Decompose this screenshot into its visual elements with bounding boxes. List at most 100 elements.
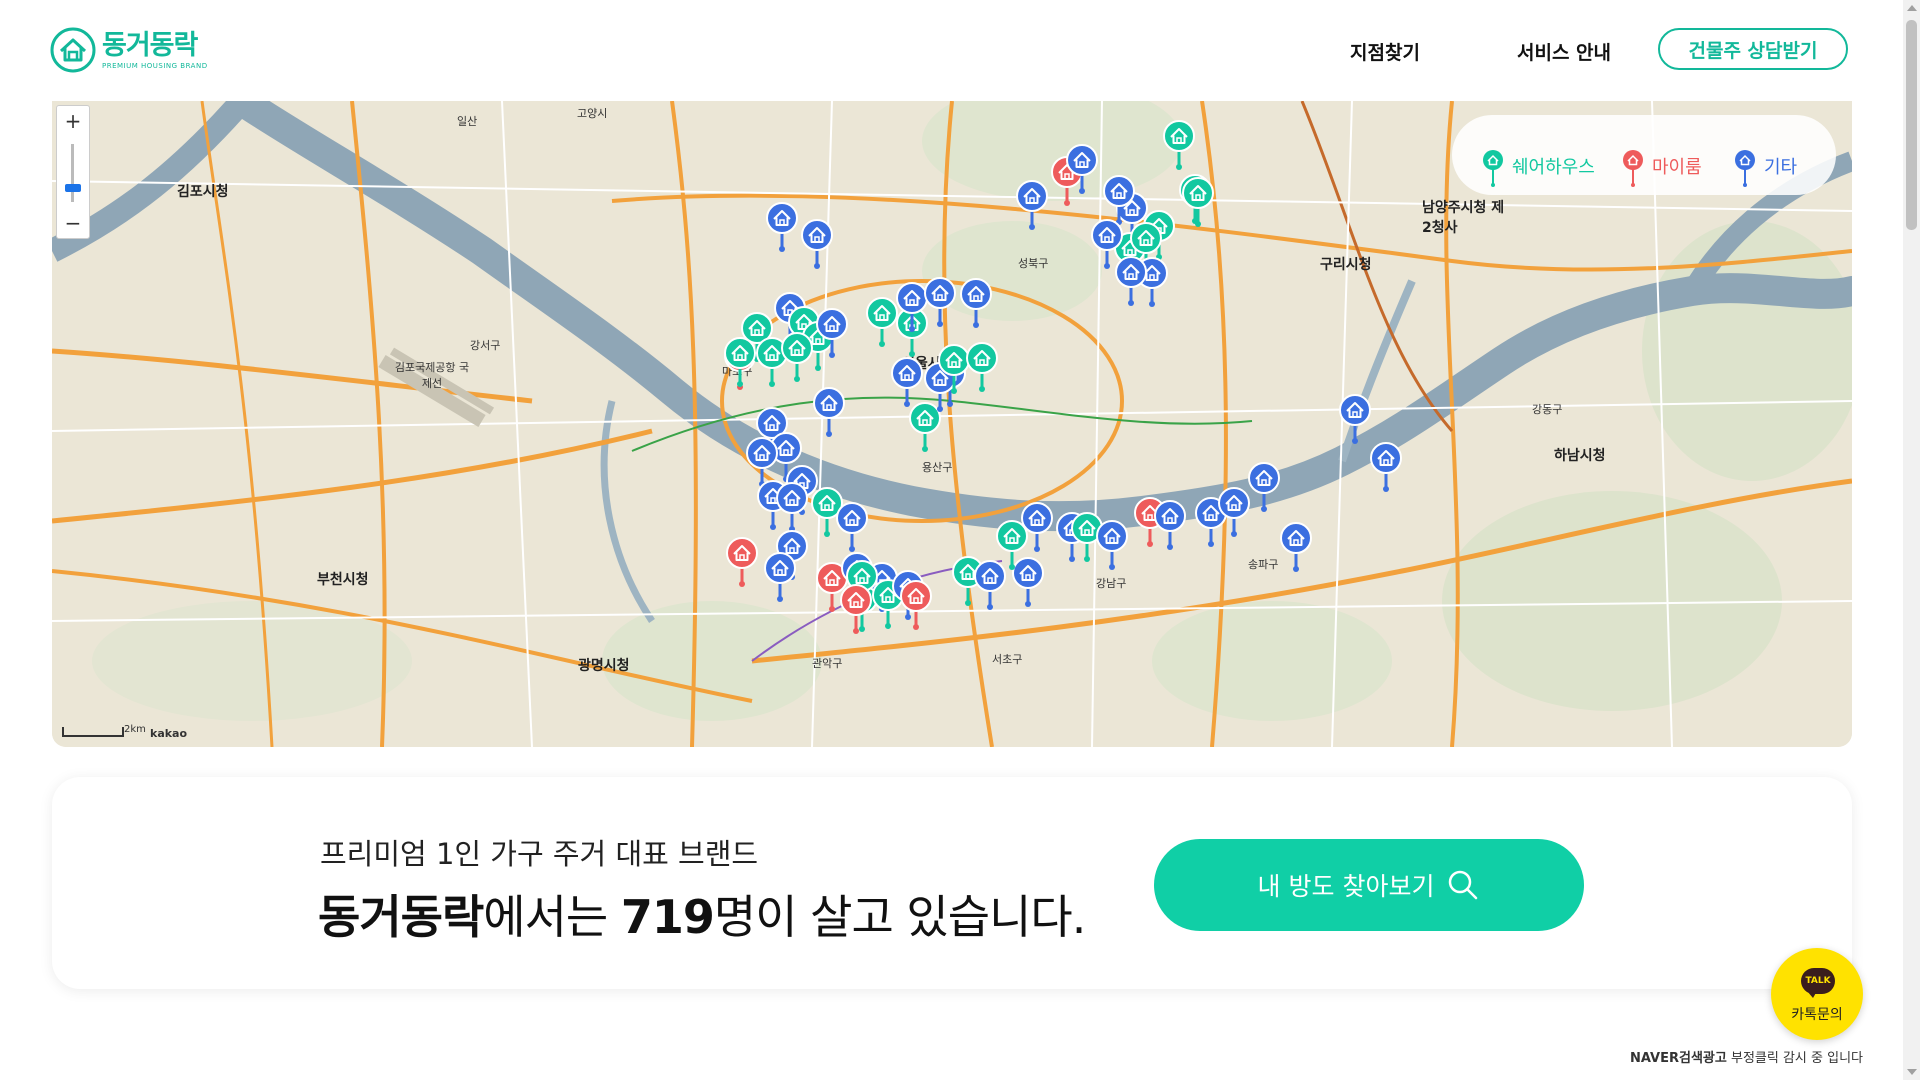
green-branch-pin[interactable] [965, 341, 999, 393]
house-pin-icon [724, 337, 756, 387]
logo-subtitle: PREMIUM HOUSING BRAND [102, 61, 208, 70]
house-pin-icon [1218, 487, 1250, 537]
house-pin-icon [866, 297, 898, 347]
house-pin-icon [816, 308, 848, 358]
naver-ad-notice: NAVER검색광고 부정클릭 감시 중 입니다 [1630, 1047, 1863, 1066]
map-scale-bar [62, 727, 124, 737]
myroom-pin-icon [1623, 150, 1643, 187]
green-branch-pin[interactable] [723, 336, 757, 388]
house-pin-icon [766, 202, 798, 252]
nav-service-info[interactable]: 서비스 안내 [1517, 38, 1611, 65]
branch-map[interactable]: 김포시청 고양시 일산 광명시청 부천시청 서울시청 구리시청 남양주시청 제2… [52, 101, 1852, 747]
blue-branch-pin[interactable] [1095, 519, 1129, 571]
blue-branch-pin[interactable] [1153, 499, 1187, 551]
blue-branch-pin[interactable] [1279, 521, 1313, 573]
green-branch-pin[interactable] [1181, 176, 1215, 228]
blue-branch-pin[interactable] [1090, 218, 1124, 270]
other-pin-icon [1735, 150, 1755, 187]
zoom-in-button[interactable]: + [57, 106, 89, 136]
resident-count-headline: 동거동락에서는 719명이 살고 있습니다. [318, 881, 1086, 947]
brand-logo[interactable]: 동거동락 PREMIUM HOUSING BRAND [50, 26, 240, 74]
green-branch-pin[interactable] [865, 296, 899, 348]
pin-layer [52, 101, 1852, 747]
headline-middle: 에서는 [483, 890, 621, 944]
house-pin-icon [1066, 144, 1098, 194]
house-pin-icon [966, 342, 998, 392]
talk-bubble-tail-icon [1807, 991, 1817, 998]
blue-branch-pin[interactable] [815, 307, 849, 359]
house-pin-icon [1091, 219, 1123, 269]
talk-label: 카톡문의 [1791, 1007, 1843, 1023]
find-my-room-label: 내 방도 찾아보기 [1257, 872, 1435, 901]
house-pin-icon [1096, 520, 1128, 570]
house-pin-icon [813, 387, 845, 437]
red-branch-pin[interactable] [839, 583, 873, 635]
blue-branch-pin[interactable] [765, 201, 799, 253]
zoom-slider-track[interactable] [71, 144, 74, 202]
zoom-control: + − [56, 105, 90, 239]
blue-branch-pin[interactable] [835, 501, 869, 553]
house-pin-icon [1021, 502, 1053, 552]
house-pin-icon [1370, 442, 1402, 492]
blue-branch-pin[interactable] [763, 551, 797, 603]
house-pin-icon [1280, 522, 1312, 572]
legend-myroom[interactable]: 마이룸 [1622, 145, 1702, 187]
blue-branch-pin[interactable] [1065, 143, 1099, 195]
scroll-up-arrow-icon[interactable] [1907, 5, 1917, 11]
legend-other-label: 기타 [1764, 157, 1798, 178]
find-my-room-button[interactable]: 내 방도 찾아보기 [1154, 839, 1584, 931]
blue-branch-pin[interactable] [1015, 179, 1049, 231]
brand-tagline: 프리미엄 1인 가구 주거 대표 브랜드 [320, 837, 759, 871]
blue-branch-pin[interactable] [1020, 501, 1054, 553]
house-pin-icon [726, 537, 758, 587]
map-provider-logo: kakao [150, 727, 188, 740]
house-pin-icon [1016, 180, 1048, 230]
headline-brand: 동거동락 [318, 890, 484, 944]
red-branch-pin[interactable] [725, 536, 759, 588]
search-icon [1449, 870, 1478, 900]
blue-branch-pin[interactable] [775, 481, 809, 533]
house-pin-icon [801, 219, 833, 269]
legend-other[interactable]: 기타 [1734, 145, 1797, 187]
zoom-out-button[interactable]: − [57, 208, 89, 238]
green-branch-pin[interactable] [780, 331, 814, 383]
blue-branch-pin[interactable] [923, 276, 957, 328]
house-pin-icon [836, 502, 868, 552]
scrollbar-thumb[interactable] [1906, 20, 1917, 230]
nav-branch-finder[interactable]: 지점찾기 [1350, 38, 1420, 65]
naver-ad-text: 부정클릭 감시 중 입니다 [1726, 1051, 1863, 1066]
house-pin-icon [960, 278, 992, 328]
house-logo-icon [50, 27, 96, 73]
zoom-slider-handle[interactable] [65, 184, 81, 192]
resident-count: 719 [620, 890, 715, 944]
house-pin-icon [1154, 500, 1186, 550]
map-scale-label: 2km [124, 724, 146, 735]
page-scrollbar[interactable] [1903, 0, 1920, 1080]
headline-tail: 명이 살고 있습니다. [713, 890, 1086, 944]
legend-sharehouse[interactable]: 쉐어하우스 [1482, 145, 1595, 187]
house-pin-icon [1248, 462, 1280, 512]
house-pin-icon [781, 332, 813, 382]
owner-consult-button[interactable]: 건물주 상담받기 [1658, 28, 1848, 70]
blue-branch-pin[interactable] [800, 218, 834, 270]
house-pin-icon [776, 482, 808, 532]
house-pin-icon [840, 584, 872, 634]
blue-branch-pin[interactable] [812, 386, 846, 438]
house-pin-icon [764, 552, 796, 602]
blue-branch-pin[interactable] [959, 277, 993, 329]
blue-branch-pin[interactable] [1247, 461, 1281, 513]
kakao-talk-button[interactable]: TALK 카톡문의 [1771, 948, 1863, 1040]
red-branch-pin[interactable] [899, 579, 933, 631]
green-branch-pin[interactable] [1162, 119, 1196, 171]
sharehouse-pin-icon [1483, 150, 1503, 187]
house-pin-icon [1163, 120, 1195, 170]
blue-branch-pin[interactable] [1369, 441, 1403, 493]
blue-branch-pin[interactable] [1338, 393, 1372, 445]
legend-myroom-label: 마이룸 [1652, 157, 1702, 178]
resident-count-card: 프리미엄 1인 가구 주거 대표 브랜드 동거동락에서는 719명이 살고 있습… [52, 777, 1852, 989]
legend-sharehouse-label: 쉐어하우스 [1512, 157, 1595, 178]
house-pin-icon [1182, 177, 1214, 227]
house-pin-icon [900, 580, 932, 630]
scroll-down-arrow-icon[interactable] [1907, 1069, 1917, 1075]
blue-branch-pin[interactable] [1217, 486, 1251, 538]
